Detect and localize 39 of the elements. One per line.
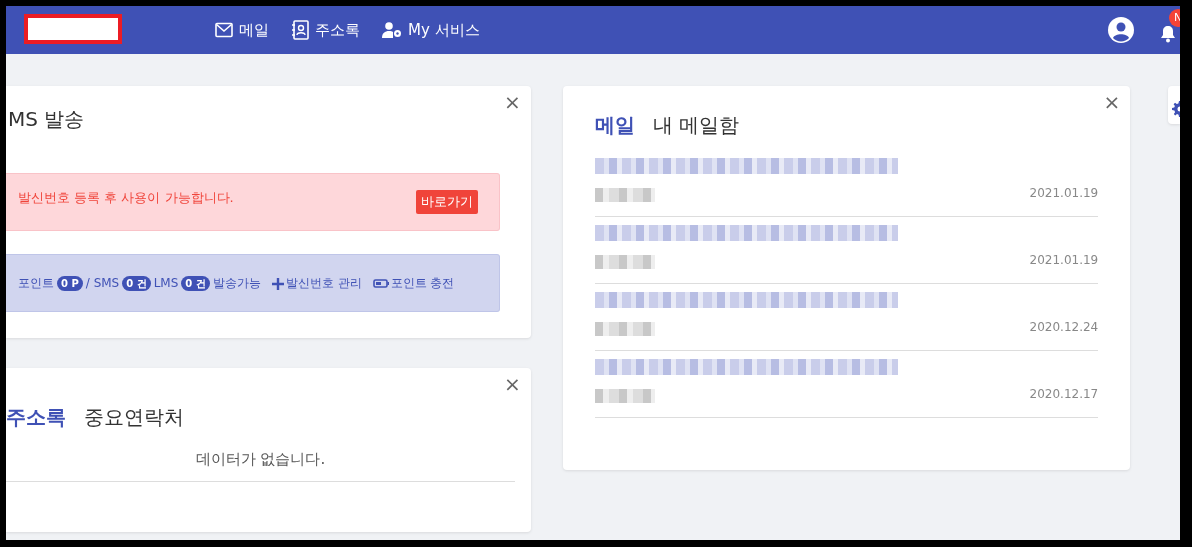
mail-date: 2021.01.19	[1029, 252, 1099, 269]
mail-row[interactable]: 2020.12.24	[594, 284, 1099, 351]
contact-book-icon	[291, 18, 309, 42]
card-tab[interactable]: 중요연락처	[84, 386, 184, 448]
info-text: 포인트	[18, 275, 54, 292]
nav-menu-item[interactable]: 메일	[215, 18, 269, 42]
blurred-sender	[594, 255, 655, 269]
info-text: LMS	[153, 275, 179, 292]
nav-menu-item[interactable]: My 서비스	[382, 18, 480, 42]
alert-message: 발신번호 등록 후 사용이 가능합니다.	[18, 189, 235, 208]
close-button[interactable]: ×	[504, 92, 521, 112]
blurred-sender	[594, 389, 655, 403]
count-badge: 0 건	[181, 275, 210, 291]
info-text: / SMS	[85, 275, 120, 292]
count-badge: 0 P	[57, 275, 83, 291]
close-button[interactable]: ×	[1103, 92, 1121, 112]
nav-menu-item[interactable]: 주소록	[291, 18, 360, 42]
mail-row[interactable]: 2021.01.19	[594, 217, 1099, 284]
mail-row[interactable]: 2021.01.19	[594, 150, 1099, 217]
count-badge: 0 건	[122, 275, 151, 291]
empty-message: 데이터가 없습니다.	[6, 448, 515, 482]
mail-date: 2020.12.17	[1029, 386, 1099, 403]
settings-tab[interactable]	[1168, 86, 1180, 124]
card-tab[interactable]: 내 메일함	[652, 100, 740, 150]
blurred-sender	[594, 322, 655, 336]
info-link[interactable]: 포인트 충전	[372, 274, 455, 292]
card-tab[interactable]: 메일	[594, 100, 635, 150]
card-title: MS 발송	[8, 106, 85, 133]
info-text: 발송가능	[212, 275, 261, 292]
mail-date: 2021.01.19	[1029, 185, 1099, 202]
mail-row[interactable]: 2020.12.17	[594, 351, 1099, 418]
logo[interactable]	[24, 14, 122, 44]
user-avatar-icon[interactable]	[1108, 17, 1134, 43]
shortcut-button[interactable]: 바로가기	[415, 190, 478, 214]
info-link[interactable]: 발신번호 관리	[271, 274, 362, 292]
blurred-sender	[594, 188, 655, 202]
mail-date: 2020.12.24	[1029, 319, 1099, 336]
card-tab[interactable]: 주소록	[6, 386, 66, 448]
close-button[interactable]: ×	[504, 374, 521, 394]
